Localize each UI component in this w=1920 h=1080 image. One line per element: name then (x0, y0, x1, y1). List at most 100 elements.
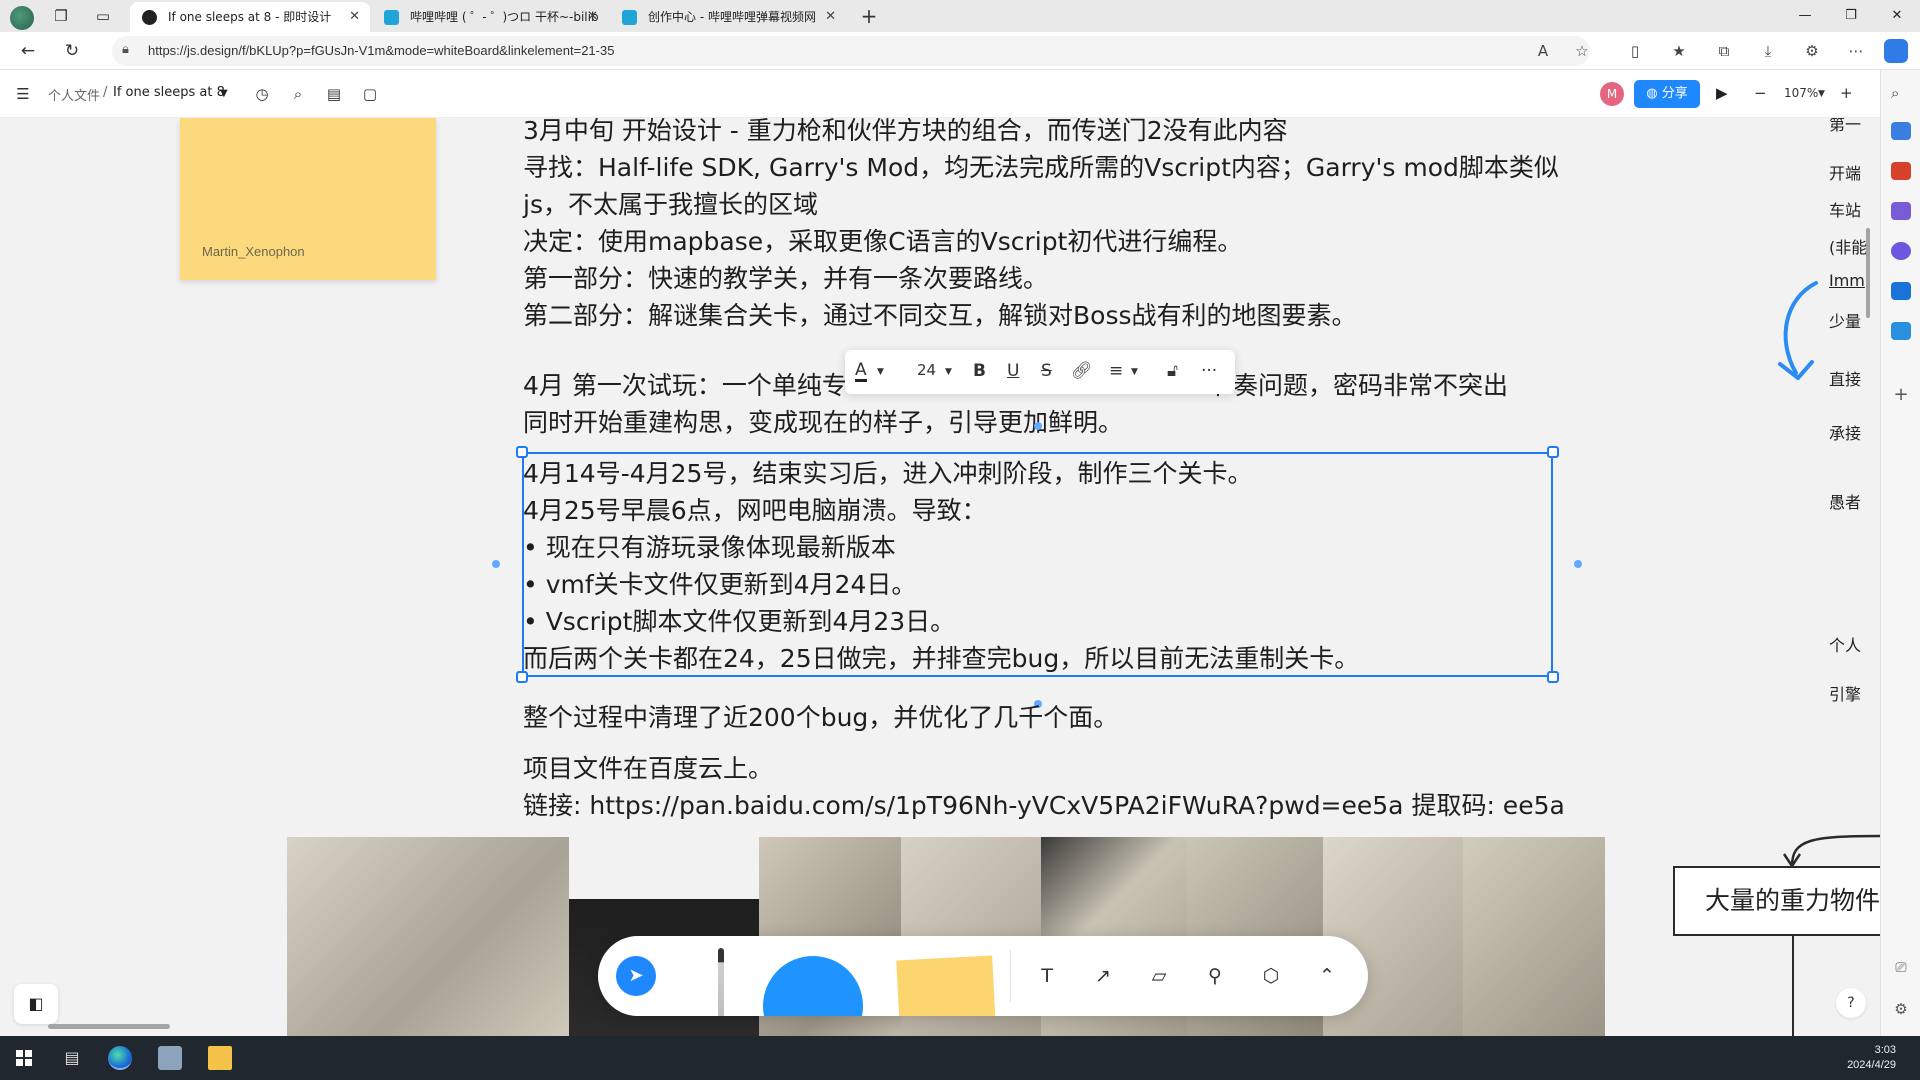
frame-tool-icon[interactable]: ▱ (1146, 963, 1172, 989)
notebook-photo[interactable] (1463, 837, 1605, 1036)
right-column-text[interactable]: 第一 (1829, 118, 1861, 135)
refresh-button[interactable]: ↻ (60, 40, 84, 62)
right-column-text[interactable]: (非能 (1829, 234, 1867, 258)
expand-up-icon[interactable]: ⌃ (1314, 963, 1340, 989)
system-clock[interactable]: 3:03 2024/4/29 (1847, 1043, 1896, 1073)
shape-tool-button[interactable] (763, 956, 863, 1016)
doc-line[interactable]: 同时开始重建构思，变成现在的样子，引导更加鲜明。 (523, 403, 1123, 439)
app-window-icon[interactable] (158, 1046, 182, 1070)
right-column-text[interactable]: 承接 (1829, 420, 1861, 444)
favorite-star-icon[interactable]: ☆ (1571, 41, 1593, 61)
chevron-down-icon[interactable]: ▼ (945, 367, 952, 377)
doc-line[interactable]: 4月 第一次试玩：一个单纯专 (523, 366, 847, 402)
connector-arrow-icon[interactable]: ↗ (1090, 963, 1116, 989)
doc-line[interactable]: 第二部分：解谜集合关卡，通过不同交互，解锁对Boss战有利的地图要素。 (523, 296, 1357, 332)
right-column-text[interactable]: 直接 (1829, 366, 1861, 390)
chevron-down-icon[interactable]: ▼ (877, 367, 884, 377)
horizontal-scrollbar[interactable] (48, 1024, 170, 1029)
breadcrumb-root[interactable]: 个人文件 (48, 85, 100, 104)
underline-button[interactable]: U (1007, 361, 1019, 381)
align-left-icon[interactable]: ≡ (1109, 361, 1123, 381)
share-button[interactable]: ◍ 分享 (1634, 80, 1700, 108)
pages-icon[interactable]: ▤ (324, 84, 344, 104)
text-tool-icon[interactable]: T (1034, 963, 1060, 989)
resize-handle-top-right[interactable] (1547, 446, 1559, 458)
vertical-scrollbar[interactable] (1866, 228, 1870, 318)
minimap-toggle-button[interactable]: ◧ (14, 984, 58, 1024)
favorites-icon[interactable]: ★ (1668, 41, 1690, 61)
right-column-text[interactable]: 愚者 (1829, 489, 1861, 513)
chevron-down-icon[interactable]: ▼ (1131, 367, 1138, 377)
tab-bilibili-creator[interactable]: 创作中心 - 哔哩哔哩弹幕视频网 ✕ (610, 2, 846, 32)
close-window-button[interactable]: ✕ (1874, 0, 1920, 32)
tab-close-icon[interactable]: ✕ (825, 2, 836, 32)
curved-arrow-icon[interactable] (1766, 278, 1826, 398)
connector-dot-top[interactable] (1034, 422, 1042, 430)
copilot-apps-icon[interactable] (1891, 242, 1911, 260)
selected-line[interactable]: • 现在只有游玩录像体现最新版本 (523, 528, 896, 564)
tab-js-design[interactable]: If one sleeps at 8 - 即时设计 ✕ (130, 2, 370, 32)
games-icon[interactable] (1891, 202, 1911, 220)
stamp-tool-icon[interactable]: ⚲ (1202, 963, 1228, 989)
tools-icon[interactable] (1891, 162, 1911, 180)
extensions-icon[interactable]: ⚙ (1801, 41, 1823, 61)
selected-line[interactable]: • Vscript脚本文件仅更新到4月23日。 (523, 602, 955, 638)
sidebar-settings-gear-icon[interactable]: ⚙ (1891, 1000, 1911, 1018)
notebook-photo[interactable] (287, 837, 569, 1036)
text-color-icon[interactable]: A (855, 361, 867, 382)
title-chevron-down-icon[interactable]: ▼ (220, 88, 228, 99)
comment-icon[interactable]: ▢ (360, 84, 380, 104)
right-column-text[interactable]: 少量 (1829, 308, 1861, 332)
edge-browser-icon[interactable] (108, 1046, 132, 1070)
tab-close-icon[interactable]: ✕ (587, 2, 598, 32)
zoom-chevron-down-icon[interactable]: ▼ (1818, 89, 1825, 99)
copilot-icon[interactable] (1884, 39, 1908, 63)
windows-start-icon[interactable] (12, 1046, 36, 1070)
present-play-icon[interactable]: ▶ (1716, 84, 1728, 102)
right-column-text[interactable]: 个人 (1829, 632, 1861, 656)
minimize-button[interactable]: — (1782, 0, 1828, 32)
add-sidebar-app-icon[interactable]: + (1891, 384, 1911, 405)
url-field[interactable]: 🔒︎ https://js.design/f/bKLUp?p=fGUsJn-V1… (112, 36, 1590, 66)
right-column-text[interactable]: 车站 (1829, 197, 1861, 221)
workspaces-icon[interactable]: ❐ (50, 6, 72, 26)
more-options-icon[interactable]: ··· (1201, 361, 1217, 381)
new-tab-button[interactable]: + (858, 6, 880, 26)
bold-button[interactable]: B (973, 361, 986, 381)
file-explorer-icon[interactable] (208, 1046, 232, 1070)
connector-dot-right[interactable] (1574, 560, 1582, 568)
doc-line[interactable]: js，不太属于我擅长的区域 (523, 185, 818, 221)
doc-line[interactable]: 整个过程中清理了近200个bug，并优化了几千个面。 (523, 698, 1118, 734)
collections-icon[interactable]: ⧉ (1713, 41, 1735, 61)
whiteboard-canvas[interactable]: Martin_Xenophon 3月中旬 开始设计 - 重力枪和伙伴方块的组合，… (0, 118, 1880, 1036)
downloads-icon[interactable]: ⤓ (1757, 41, 1779, 61)
pen-tool-button[interactable] (718, 948, 724, 1016)
screenshot-icon[interactable]: ⎚ (1891, 960, 1911, 978)
doc-line[interactable]: 项目文件在百度云上。 (523, 749, 773, 785)
selected-line[interactable]: • vmf关卡文件仅更新到4月24日。 (523, 565, 916, 601)
split-screen-icon[interactable]: ▯ (1624, 41, 1646, 61)
doc-line[interactable]: 决定：使用mapbase，采取更像C语言的Vscript初代进行编程。 (523, 222, 1242, 258)
avatar[interactable]: M (1600, 82, 1624, 106)
tab-close-icon[interactable]: ✕ (349, 2, 360, 32)
lock-icon[interactable]: 🔓︎ (1167, 361, 1178, 381)
restore-button[interactable]: ❐ (1828, 0, 1874, 32)
resize-handle-bottom-right[interactable] (1547, 671, 1559, 683)
selected-line[interactable]: 4月14号-4月25号，结束实习后，进入冲刺阶段，制作三个关卡。 (523, 454, 1252, 490)
tab-actions-icon[interactable]: ▭ (92, 6, 114, 26)
history-clock-icon[interactable]: ◷ (252, 84, 272, 104)
main-menu-icon[interactable]: ☰ (13, 84, 33, 104)
search-icon[interactable]: ⌕ (288, 84, 308, 104)
doc-line[interactable]: 第一部分：快速的教学关，并有一条次要路线。 (523, 259, 1048, 295)
3d-box-icon[interactable]: ⬡ (1258, 963, 1284, 989)
flow-node[interactable]: 大量的重力物件 (1673, 866, 1880, 936)
shopping-icon[interactable] (1891, 122, 1911, 140)
link-icon[interactable]: 🔗︎ (1071, 361, 1093, 381)
select-tool-button[interactable]: ➤ (616, 956, 656, 996)
document-title[interactable]: If one sleeps at 8 (113, 85, 225, 100)
help-button[interactable]: ? (1836, 988, 1866, 1018)
zoom-in-button[interactable]: + (1840, 84, 1853, 102)
more-menu-icon[interactable]: ⋯ (1845, 41, 1867, 61)
sticky-note[interactable]: Martin_Xenophon (180, 118, 436, 280)
outlook-icon[interactable] (1891, 282, 1911, 300)
